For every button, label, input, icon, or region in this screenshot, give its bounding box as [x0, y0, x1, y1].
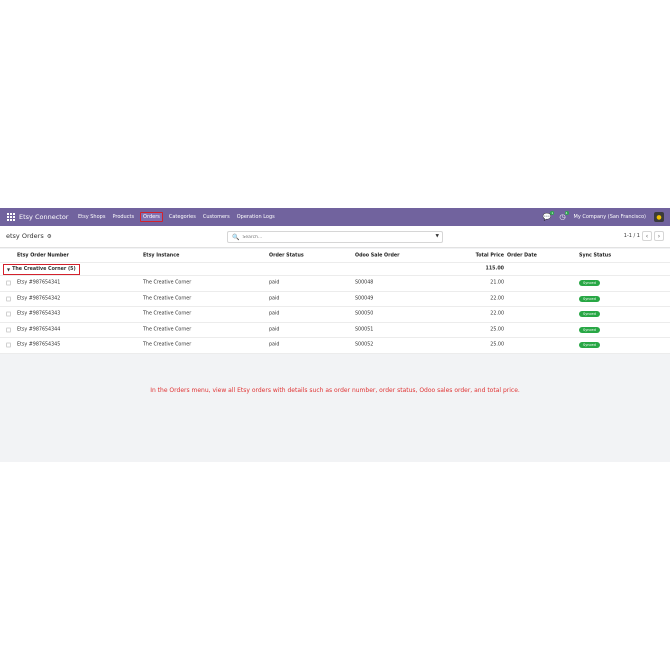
- column-header-order-number[interactable]: Etsy Order Number: [17, 253, 69, 258]
- order-status: paid: [269, 296, 280, 302]
- order-number: Etsy #987654344: [17, 327, 61, 333]
- order-number: Etsy #987654343: [17, 311, 61, 317]
- table-row[interactable]: Etsy #987654343 The Creative Corner paid…: [0, 307, 670, 323]
- order-number: Etsy #987654341: [17, 280, 61, 286]
- app-frame: Etsy Connector Etsy Shops Products Order…: [0, 208, 670, 462]
- pager-previous-button[interactable]: ‹: [642, 231, 652, 241]
- sale-order: S00049: [355, 296, 374, 302]
- nav-item-products[interactable]: Products: [111, 213, 135, 221]
- apps-grid-icon[interactable]: [7, 213, 15, 221]
- group-label-highlight[interactable]: ▼ The Creative Corner (5): [3, 264, 80, 275]
- sync-status-badge: Synced: [579, 342, 600, 349]
- search-options-dropdown-icon[interactable]: ▼: [436, 234, 439, 239]
- search-icon: 🔍: [232, 233, 240, 241]
- order-number: Etsy #987654342: [17, 296, 61, 302]
- table-row[interactable]: Etsy #987654345 The Creative Corner paid…: [0, 338, 670, 354]
- row-checkbox[interactable]: [6, 327, 11, 333]
- sync-status-cell: Synced: [579, 342, 600, 349]
- total-price: 22.00: [490, 296, 504, 302]
- row-checkbox[interactable]: [6, 342, 11, 348]
- sync-status-badge: Synced: [579, 326, 600, 333]
- search-input[interactable]: [242, 234, 423, 240]
- total-price: 25.00: [490, 342, 504, 348]
- activity-count-badge: 4: [564, 211, 569, 215]
- order-instance: The Creative Corner: [143, 342, 192, 348]
- row-checkbox[interactable]: [6, 296, 11, 302]
- control-panel: etsy Orders⚙ 🔍 ▼ 1-1 / 1 ‹ ›: [0, 226, 670, 248]
- navbar-systray: 💬 1 ◷ 4 My Company (San Francisco) ●: [543, 211, 664, 222]
- sync-status-cell: Synced: [579, 280, 600, 287]
- instruction-caption: In the Orders menu, view all Etsy orders…: [150, 387, 520, 394]
- sale-order: S00048: [355, 280, 374, 286]
- sale-order: S00052: [355, 342, 374, 348]
- sync-status-cell: Synced: [579, 326, 600, 333]
- order-instance: The Creative Corner: [143, 280, 192, 286]
- sale-order: S00050: [355, 311, 374, 317]
- group-label: The Creative Corner (5): [12, 267, 76, 272]
- chat-count-badge: 1: [550, 211, 555, 215]
- row-checkbox[interactable]: [6, 280, 11, 286]
- table-row[interactable]: Etsy #987654344 The Creative Corner paid…: [0, 323, 670, 338]
- nav-item-customers[interactable]: Customers: [202, 213, 231, 221]
- table-row[interactable]: Etsy #987654341 The Creative Corner paid…: [0, 276, 670, 292]
- sync-status-badge: Synced: [579, 311, 600, 318]
- total-price: 25.00: [490, 327, 504, 333]
- group-total-price: 115.00: [485, 266, 504, 272]
- sync-status-badge: Synced: [579, 295, 600, 302]
- column-header-instance[interactable]: Etsy Instance: [143, 253, 179, 258]
- column-header-total-price[interactable]: Total Price: [476, 253, 504, 258]
- chat-icon[interactable]: 💬 1: [543, 211, 555, 221]
- order-number: Etsy #987654345: [17, 342, 61, 348]
- order-status: paid: [269, 280, 280, 286]
- column-header-order-status[interactable]: Order Status: [269, 253, 304, 258]
- total-price: 22.00: [490, 311, 504, 317]
- pager: 1-1 / 1 ‹ ›: [624, 231, 664, 241]
- group-row[interactable]: ▼ The Creative Corner (5) 115.00: [0, 263, 670, 276]
- nav-item-etsy-shops[interactable]: Etsy Shops: [77, 213, 106, 221]
- order-instance: The Creative Corner: [143, 327, 192, 333]
- top-navbar: Etsy Connector Etsy Shops Products Order…: [0, 208, 670, 226]
- nav-item-orders[interactable]: Orders: [140, 212, 163, 222]
- page-title: etsy Orders ⚙: [6, 232, 52, 240]
- order-instance: The Creative Corner: [143, 311, 192, 317]
- column-header-sync-status[interactable]: Sync Status: [579, 253, 611, 258]
- sync-status-cell: Synced: [579, 311, 600, 318]
- nav-item-operation-logs[interactable]: Operation Logs: [236, 213, 276, 221]
- sync-status-cell: Synced: [579, 295, 600, 302]
- gear-icon[interactable]: ⚙: [47, 234, 52, 240]
- search-bar: 🔍 ▼: [227, 231, 443, 243]
- column-header-order-date[interactable]: Order Date: [507, 253, 537, 258]
- order-status: paid: [269, 311, 280, 317]
- table-header: Etsy Order Number Etsy Instance Order St…: [0, 249, 670, 263]
- column-header-sale-order[interactable]: Odoo Sale Order: [355, 253, 400, 258]
- page-title-text: etsy Orders: [6, 232, 44, 240]
- activity-clock-icon[interactable]: ◷ 4: [559, 211, 569, 221]
- order-status: paid: [269, 327, 280, 333]
- order-status: paid: [269, 342, 280, 348]
- company-switcher[interactable]: My Company (San Francisco): [574, 214, 647, 220]
- pager-value[interactable]: 1-1 / 1: [624, 233, 640, 239]
- table-row[interactable]: Etsy #987654342 The Creative Corner paid…: [0, 292, 670, 307]
- caret-down-icon: ▼: [7, 267, 11, 272]
- user-avatar[interactable]: ●: [654, 212, 664, 222]
- row-checkbox[interactable]: [6, 311, 11, 317]
- sync-status-badge: Synced: [579, 280, 600, 287]
- orders-table: Etsy Order Number Etsy Instance Order St…: [0, 249, 670, 354]
- pager-next-button[interactable]: ›: [654, 231, 664, 241]
- order-instance: The Creative Corner: [143, 296, 192, 302]
- sale-order: S00051: [355, 327, 374, 333]
- nav-item-categories[interactable]: Categories: [168, 213, 197, 221]
- total-price: 21.00: [490, 280, 504, 286]
- app-brand[interactable]: Etsy Connector: [19, 213, 68, 221]
